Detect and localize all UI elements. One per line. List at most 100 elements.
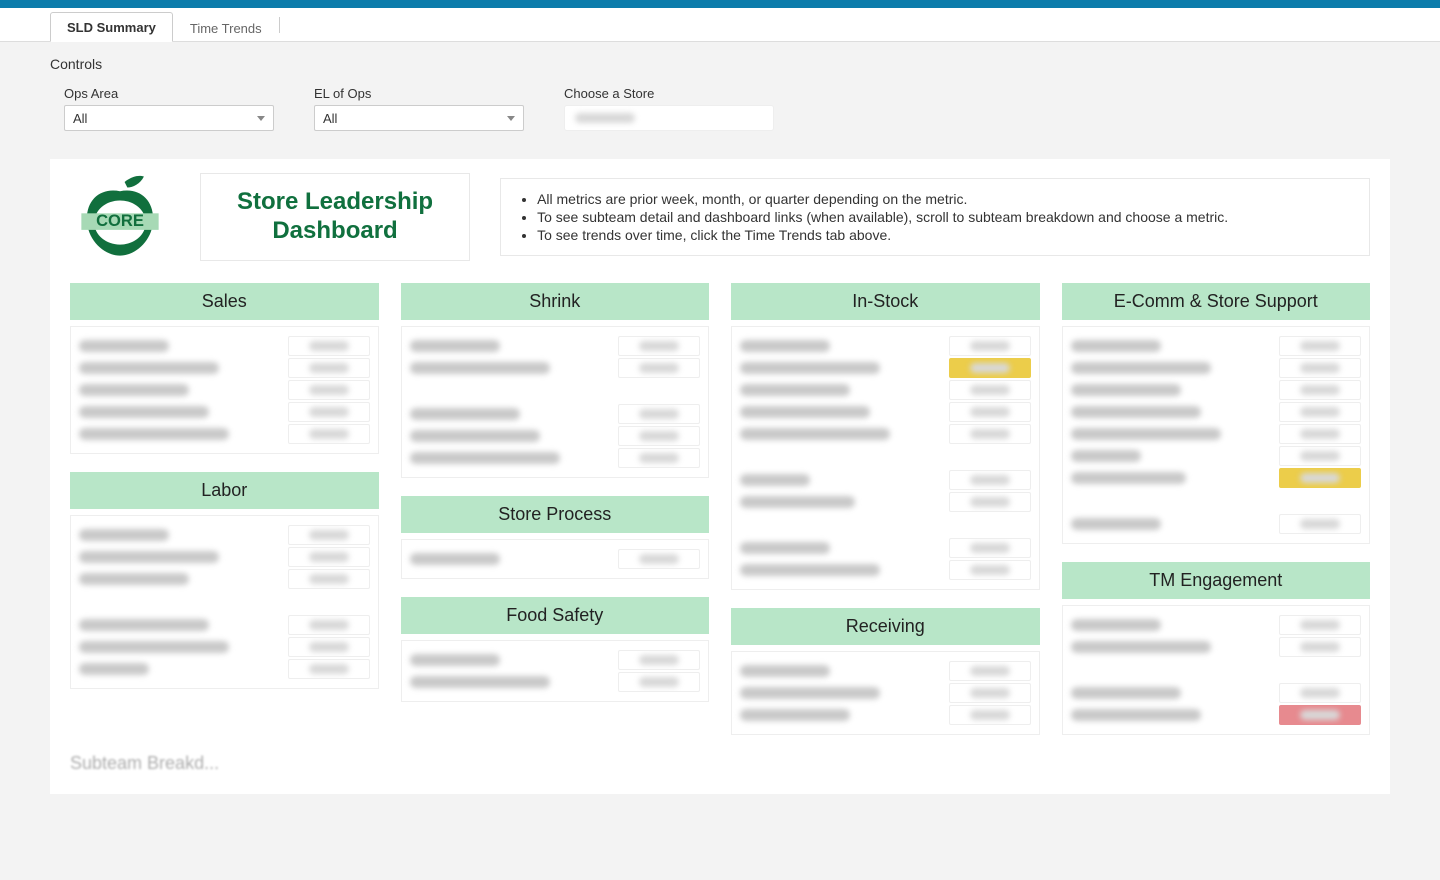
col-3: In-Stock Receiving bbox=[731, 283, 1040, 735]
tab-time-trends[interactable]: Time Trends bbox=[173, 13, 279, 42]
note-item: All metrics are prior week, month, or qu… bbox=[537, 191, 1351, 207]
card-body-store-process[interactable] bbox=[401, 539, 710, 579]
card-body-food-safety[interactable] bbox=[401, 640, 710, 702]
metric-row[interactable] bbox=[1071, 636, 1362, 658]
metric-row[interactable] bbox=[1071, 682, 1362, 704]
metric-value-redacted bbox=[1279, 683, 1361, 703]
card-labor: Labor bbox=[70, 472, 379, 689]
metric-label-redacted bbox=[410, 340, 500, 352]
ops-area-select[interactable]: All bbox=[64, 105, 274, 131]
metric-row[interactable] bbox=[1071, 379, 1362, 401]
metric-label-redacted bbox=[79, 619, 209, 631]
metric-row[interactable] bbox=[740, 423, 1031, 445]
metric-label-redacted bbox=[79, 551, 219, 563]
ops-area-label: Ops Area bbox=[64, 86, 274, 101]
card-body-tm-engagement[interactable] bbox=[1062, 605, 1371, 735]
dashboard-title-box: Store Leadership Dashboard bbox=[200, 173, 470, 261]
metric-row[interactable] bbox=[740, 335, 1031, 357]
metric-row[interactable] bbox=[1071, 335, 1362, 357]
card-tm-engagement: TM Engagement bbox=[1062, 562, 1371, 735]
metric-row[interactable] bbox=[79, 614, 370, 636]
metric-row[interactable] bbox=[79, 379, 370, 401]
metric-label-redacted bbox=[410, 362, 550, 374]
metric-row[interactable] bbox=[740, 537, 1031, 559]
card-header-labor: Labor bbox=[70, 472, 379, 509]
metric-value-redacted bbox=[1279, 468, 1361, 488]
metric-value-redacted bbox=[288, 525, 370, 545]
metric-row[interactable] bbox=[79, 335, 370, 357]
metric-value-redacted bbox=[618, 336, 700, 356]
metric-value-redacted bbox=[949, 538, 1031, 558]
metric-row[interactable] bbox=[79, 636, 370, 658]
metric-row[interactable] bbox=[410, 671, 701, 693]
metric-row[interactable] bbox=[410, 335, 701, 357]
metric-label-redacted bbox=[740, 428, 890, 440]
metric-row[interactable] bbox=[740, 682, 1031, 704]
metric-value-redacted bbox=[618, 549, 700, 569]
metric-label-redacted bbox=[79, 384, 189, 396]
card-body-receiving[interactable] bbox=[731, 651, 1040, 735]
metric-row[interactable] bbox=[740, 660, 1031, 682]
metric-row[interactable] bbox=[740, 704, 1031, 726]
metric-row[interactable] bbox=[740, 559, 1031, 581]
metric-row[interactable] bbox=[1071, 467, 1362, 489]
card-body-ecomm[interactable] bbox=[1062, 326, 1371, 544]
metric-row[interactable] bbox=[79, 546, 370, 568]
metric-row[interactable] bbox=[740, 469, 1031, 491]
metric-row[interactable] bbox=[79, 524, 370, 546]
core-logo: CORE bbox=[70, 171, 170, 263]
metric-value-redacted bbox=[949, 705, 1031, 725]
metric-label-redacted bbox=[740, 564, 880, 576]
metric-label-redacted bbox=[740, 474, 810, 486]
card-body-labor[interactable] bbox=[70, 515, 379, 689]
metric-label-redacted bbox=[1071, 384, 1181, 396]
chevron-down-icon bbox=[507, 116, 515, 121]
metric-row[interactable] bbox=[1071, 357, 1362, 379]
metric-label-redacted bbox=[1071, 619, 1161, 631]
metric-row[interactable] bbox=[79, 568, 370, 590]
metric-row[interactable] bbox=[740, 379, 1031, 401]
metric-value-redacted bbox=[618, 426, 700, 446]
metric-row[interactable] bbox=[1071, 614, 1362, 636]
metric-value-redacted bbox=[949, 470, 1031, 490]
metric-value-redacted bbox=[618, 672, 700, 692]
metric-label-redacted bbox=[740, 340, 830, 352]
metric-row[interactable] bbox=[410, 447, 701, 469]
card-body-shrink[interactable] bbox=[401, 326, 710, 478]
col-4: E-Comm & Store Support TM Engagement bbox=[1062, 283, 1371, 735]
metric-value-redacted bbox=[618, 404, 700, 424]
metric-row[interactable] bbox=[1071, 513, 1362, 535]
metric-row[interactable] bbox=[79, 423, 370, 445]
metric-row[interactable] bbox=[79, 658, 370, 680]
card-body-in-stock[interactable] bbox=[731, 326, 1040, 590]
metric-row[interactable] bbox=[410, 548, 701, 570]
metric-row[interactable] bbox=[1071, 423, 1362, 445]
metric-label-redacted bbox=[79, 428, 229, 440]
metric-label-redacted bbox=[1071, 340, 1161, 352]
metric-row[interactable] bbox=[410, 425, 701, 447]
metric-row[interactable] bbox=[1071, 704, 1362, 726]
metric-row[interactable] bbox=[410, 403, 701, 425]
metric-row[interactable] bbox=[79, 401, 370, 423]
metric-row[interactable] bbox=[410, 357, 701, 379]
el-of-ops-select[interactable]: All bbox=[314, 105, 524, 131]
card-body-sales[interactable] bbox=[70, 326, 379, 454]
app-topbar bbox=[0, 0, 1440, 8]
tabs-row: SLD Summary Time Trends bbox=[0, 8, 1440, 42]
card-header-shrink: Shrink bbox=[401, 283, 710, 320]
controls-row: Ops Area All EL of Ops All Choose a Stor… bbox=[50, 86, 1390, 131]
metric-row[interactable] bbox=[740, 357, 1031, 379]
metric-row[interactable] bbox=[410, 649, 701, 671]
metric-label-redacted bbox=[79, 406, 209, 418]
metric-row[interactable] bbox=[79, 357, 370, 379]
tab-sld-summary[interactable]: SLD Summary bbox=[50, 12, 173, 42]
metric-label-redacted bbox=[740, 709, 850, 721]
metric-row[interactable] bbox=[1071, 401, 1362, 423]
metric-row[interactable] bbox=[740, 401, 1031, 423]
choose-store-select[interactable] bbox=[564, 105, 774, 131]
metric-row[interactable] bbox=[740, 491, 1031, 513]
metric-value-redacted bbox=[949, 380, 1031, 400]
metric-label-redacted bbox=[1071, 687, 1181, 699]
metric-value-redacted bbox=[1279, 380, 1361, 400]
metric-row[interactable] bbox=[1071, 445, 1362, 467]
